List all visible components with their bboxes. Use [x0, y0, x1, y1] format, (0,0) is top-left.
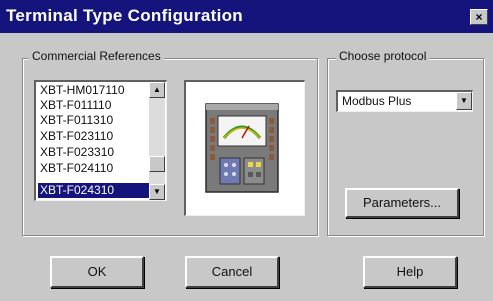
list-item[interactable]: XBT-F024110	[38, 161, 150, 176]
cancel-button-label: Cancel	[211, 264, 253, 279]
choose-protocol-label: Choose protocol	[336, 49, 430, 63]
help-button-label: Help	[396, 264, 424, 279]
list-item[interactable]: XBT-HM017110	[38, 83, 150, 98]
scroll-thumb[interactable]	[149, 156, 165, 172]
close-button[interactable]: ×	[470, 9, 488, 25]
list-item[interactable]: XBT-F011310	[38, 113, 150, 128]
list-item-selected[interactable]: XBT-F024310	[38, 183, 150, 198]
scroll-up-icon: ▲	[153, 85, 161, 94]
scroll-up-button[interactable]: ▲	[149, 82, 165, 98]
title-bar: Terminal Type Configuration ×	[0, 0, 493, 33]
window-title: Terminal Type Configuration	[6, 6, 243, 25]
scroll-down-button[interactable]: ▼	[149, 184, 165, 200]
protocol-select-value: Modbus Plus	[342, 94, 412, 108]
cancel-button[interactable]: Cancel	[185, 256, 279, 288]
ok-button-label: OK	[87, 264, 107, 279]
scroll-down-icon: ▼	[153, 187, 161, 196]
close-icon: ×	[475, 10, 483, 24]
protocol-dropdown-button[interactable]: ▼	[456, 92, 472, 110]
list-item[interactable]: XBT-F011110	[38, 98, 150, 113]
list-item[interactable]: XBT-F023310	[38, 145, 150, 160]
help-button[interactable]: Help	[363, 256, 457, 288]
terminal-preview	[184, 80, 305, 216]
commercial-references-label: Commercial References	[29, 49, 164, 63]
parameters-button[interactable]: Parameters...	[345, 188, 459, 218]
parameters-button-label: Parameters...	[362, 195, 442, 210]
ok-button[interactable]: OK	[50, 256, 144, 288]
chevron-down-icon: ▼	[460, 96, 468, 105]
list-item[interactable]: XBT-F023110	[38, 129, 150, 144]
protocol-select[interactable]: Modbus Plus ▼	[336, 90, 473, 112]
references-listbox[interactable]: XBT-HM017110 XBT-F011110 XBT-F011310 XBT…	[34, 80, 167, 201]
list-scrollbar[interactable]	[149, 82, 165, 200]
terminal-device-icon	[205, 103, 279, 193]
